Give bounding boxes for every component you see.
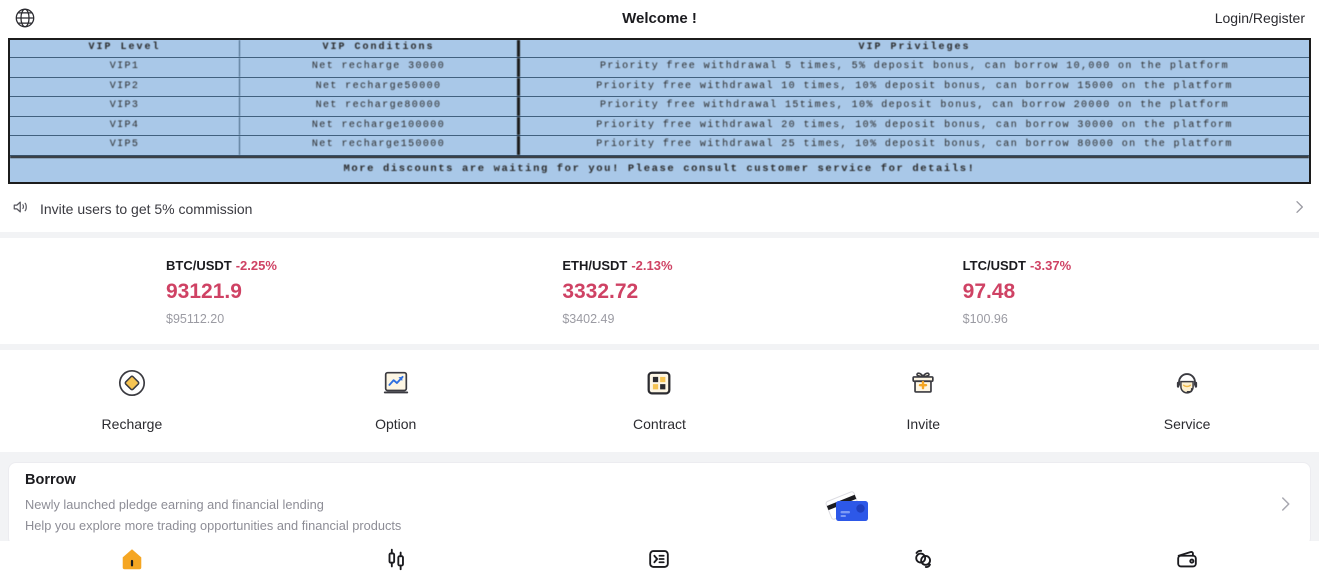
vip-col-privileges: VIP Privileges [858,42,971,54]
table-row: VIP5 Net recharge150000 Priority free wi… [10,136,1309,156]
ticker-ltc[interactable]: LTC/USDT -3.37% 97.48 $100.96 [919,258,1319,326]
ticker-price: 93121.9 [166,280,242,303]
vip-privilege: Priority free withdrawal 15times, 10% de… [599,100,1230,112]
grid-contract-icon [644,368,674,416]
market-ticker-section: BTC/USDT -2.25% 93121.9 $95112.20 ETH/USD… [0,238,1319,344]
borrow-card[interactable]: Borrow Newly launched pledge earning and… [8,462,1311,546]
contract-icon [910,546,936,577]
vip-level: VIP1 [10,58,240,77]
ticker-change: -2.13% [631,258,673,273]
borrow-subtitle-line1: Newly launched pledge earning and financ… [25,497,324,513]
vip-col-level: VIP Level [10,40,240,57]
orders-icon [646,546,672,577]
ticker-change: -2.25% [235,258,277,273]
globe-icon[interactable] [14,7,36,29]
borrow-title: Borrow [25,472,76,489]
tab-markets[interactable] [264,546,528,577]
headset-icon [1172,368,1202,416]
app-header: Welcome ! Login/Register [0,0,1319,36]
quick-action-recharge[interactable]: Recharge [0,368,264,432]
vip-privilege: Priority free withdrawal 20 times, 10% d… [596,119,1233,131]
vip-privilege: Priority free withdrawal 10 times, 10% d… [596,80,1233,92]
announcement-text: Invite users to get 5% commission [40,201,253,217]
quick-action-label: Service [1163,416,1211,432]
borrow-subtitle-line2: Help you explore more trading opportunit… [25,518,402,533]
app-root: Welcome ! Login/Register VIP Level VIP C… [0,0,1319,581]
ticker-price: 3332.72 [562,280,639,303]
quick-action-option[interactable]: Option [264,368,528,432]
vip-banner[interactable]: VIP Level VIP Conditions VIP Privileges … [0,36,1319,186]
vip-table-footer: More discounts are waiting for you! Plea… [10,155,1309,182]
ticker-pair: LTC/USDT [962,258,1026,273]
vip-level: VIP4 [10,116,240,136]
table-row: VIP1 Net recharge 30000 Priority free wi… [10,58,1309,78]
table-row: VIP2 Net recharge50000 Priority free wit… [10,77,1309,98]
diamond-coin-icon [117,368,147,416]
vip-privilege: Priority free withdrawal 25 times, 10% d… [596,139,1233,151]
vip-condition: Net recharge50000 [240,77,520,97]
vip-condition: Net recharge 30000 [240,58,520,77]
tab-home[interactable] [0,546,264,577]
ticker-usd: $3402.49 [562,312,615,326]
bottom-tabbar [0,541,1319,581]
page-title: Welcome ! [622,9,697,27]
home-icon [119,546,145,577]
quick-action-label: Option [375,416,417,432]
vip-condition: Net recharge100000 [240,116,520,136]
table-row: VIP4 Net recharge100000 Priority free wi… [10,116,1309,137]
vip-table-header-row: VIP Level VIP Conditions VIP Privileges [10,40,1309,58]
vip-level: VIP5 [10,136,240,155]
credit-card-icon [821,485,875,525]
vip-table: VIP Level VIP Conditions VIP Privileges … [8,38,1311,184]
vip-condition: Net recharge150000 [240,136,520,155]
vip-condition: Net recharge80000 [240,97,520,116]
ticker-pair: ETH/USDT [562,258,628,273]
ticker-price: 97.48 [962,280,1016,303]
tab-orders[interactable] [528,546,792,577]
quick-action-label: Contract [633,416,686,432]
wallet-icon [1174,546,1200,577]
markets-icon [383,546,409,577]
quick-action-label: Recharge [101,416,163,432]
vip-col-conditions: VIP Conditions [240,40,520,57]
chart-option-icon [381,368,411,416]
quick-actions-section: Recharge Option Contract Invite Service [0,350,1319,452]
speaker-icon [12,198,30,221]
ticker-pair: BTC/USDT [166,258,232,273]
quick-action-invite[interactable]: Invite [791,368,1055,432]
chevron-right-icon[interactable] [1276,495,1294,513]
ticker-eth[interactable]: ETH/USDT -2.13% 3332.72 $3402.49 [522,258,918,326]
quick-action-label: Invite [906,416,941,432]
quick-action-contract[interactable]: Contract [528,368,792,432]
ticker-btc[interactable]: BTC/USDT -2.25% 93121.9 $95112.20 [0,258,522,326]
announcement-bar[interactable]: Invite users to get 5% commission [0,186,1319,232]
quick-action-service[interactable]: Service [1055,368,1319,432]
chevron-right-icon[interactable] [1291,199,1307,220]
vip-privilege: Priority free withdrawal 5 times, 5% dep… [599,61,1230,73]
tab-wallet[interactable] [1055,546,1319,577]
ticker-usd: $100.96 [962,312,1008,326]
ticker-usd: $95112.20 [166,312,225,326]
tab-contract[interactable] [791,546,1055,577]
login-register-link[interactable]: Login/Register [1215,10,1305,26]
gift-invite-icon [908,368,938,416]
vip-level: VIP3 [10,97,240,116]
vip-level: VIP2 [10,77,240,97]
table-row: VIP3 Net recharge80000 Priority free wit… [10,97,1309,117]
ticker-change: -3.37% [1029,258,1072,273]
